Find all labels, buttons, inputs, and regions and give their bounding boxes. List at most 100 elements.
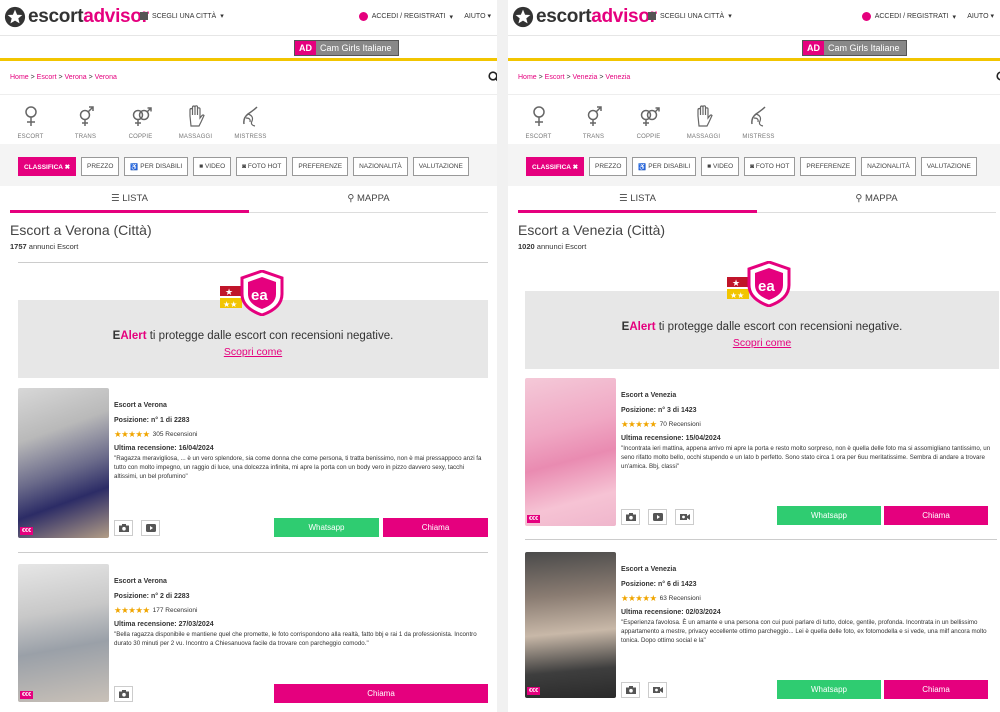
category-massaggi[interactable]: MASSAGGI (681, 104, 726, 140)
city-selector[interactable]: SCEGLI UNA CITTÀ ▾ (648, 12, 732, 20)
chiama-button[interactable]: Chiama (274, 684, 488, 703)
media-icons (621, 682, 667, 698)
hot-video-icon[interactable] (675, 509, 694, 525)
listing-photo[interactable]: €€€ (18, 564, 109, 702)
listing-card[interactable]: €€€ Escort a Venezia Posizione: n° 3 di … (525, 378, 997, 528)
hot-video-icon[interactable] (648, 682, 667, 698)
photo-icon[interactable] (621, 509, 640, 525)
breadcrumb-city[interactable]: Venezia (573, 74, 598, 81)
ealert-link[interactable]: Scopri come (525, 337, 999, 349)
category-massaggi[interactable]: MASSAGGI (173, 104, 218, 140)
filter-valutazione[interactable]: VALUTAZIONE (412, 157, 469, 176)
ealert-banner: ★ ★★ ea EAlert ti protegge dalle escort co… (525, 261, 999, 369)
whatsapp-button[interactable]: Whatsapp (777, 506, 881, 525)
filter-nazionalita[interactable]: NAZIONALITÀ (353, 157, 408, 176)
breadcrumb-current: Verona (94, 74, 117, 81)
logo-star-icon (4, 6, 26, 28)
breadcrumb-escort[interactable]: Escort (37, 74, 57, 81)
whatsapp-button[interactable]: Whatsapp (274, 518, 379, 537)
search-icon[interactable] (488, 71, 497, 83)
category-coppie[interactable]: COPPIE (626, 104, 671, 140)
filter-foto-hot[interactable]: ◙ FOTO HOT (236, 157, 288, 176)
map-pin-icon: ⚲ (855, 193, 866, 204)
listing-photo[interactable]: €€€ (525, 552, 616, 698)
whip-icon (242, 106, 258, 127)
filter-prezzo[interactable]: PREZZO (81, 157, 120, 176)
help-menu[interactable]: AIUTO ▾ (464, 12, 491, 20)
login-menu[interactable]: ACCEDI / REGISTRATI ▾ (861, 12, 956, 21)
whatsapp-button[interactable]: Whatsapp (777, 680, 881, 699)
category-mistress[interactable]: MISTRESS (228, 104, 273, 140)
ad-banner[interactable]: AD Cam Girls Italiane (294, 40, 399, 56)
svg-text:★★: ★★ (730, 291, 744, 300)
caret-down-icon: ▾ (952, 13, 956, 21)
filter-disabili[interactable]: ♿ PER DISABILI (124, 157, 189, 176)
filter-video[interactable]: ■ VIDEO (193, 157, 232, 176)
breadcrumb-city[interactable]: Verona (65, 74, 87, 81)
view-tabs: ☰ LISTA ⚲ MAPPA (10, 193, 488, 213)
filter-valutazione[interactable]: VALUTAZIONE (920, 157, 977, 176)
ad-banner[interactable]: AD Cam Girls Italiane (802, 40, 907, 56)
page-title: Escort a Venezia (Città) (518, 222, 666, 238)
photo-icon[interactable] (621, 682, 640, 698)
filter-preferenze[interactable]: PREFERENZE (292, 157, 349, 176)
listing-card[interactable]: €€€ Escort a Venezia Posizione: n° 6 di … (525, 552, 997, 700)
user-icon (358, 12, 368, 21)
svg-text:★: ★ (732, 278, 740, 288)
media-icons (114, 520, 160, 536)
site-logo[interactable]: escortadvisor (4, 6, 149, 28)
breadcrumb-escort[interactable]: Escort (545, 74, 565, 81)
filter-classifica[interactable]: CLASSIFICA ✖ (18, 157, 77, 176)
svg-text:★: ★ (225, 287, 233, 297)
building-icon (648, 12, 656, 20)
price-badge: €€€ (20, 527, 34, 535)
filter-nazionalita[interactable]: NAZIONALITÀ (861, 157, 916, 176)
transgender-icon (587, 106, 602, 126)
breadcrumb-home[interactable]: Home (518, 74, 537, 81)
map-pin-icon: ⚲ (347, 193, 358, 204)
results-count: 1020 annunci Escort (518, 242, 587, 251)
listing-photo[interactable]: €€€ (525, 378, 616, 526)
category-trans[interactable]: TRANS (63, 104, 108, 140)
filter-video[interactable]: ■ VIDEO (701, 157, 740, 176)
breadcrumb-home[interactable]: Home (10, 74, 29, 81)
results-count: 1757 annunci Escort (10, 242, 79, 251)
filter-preferenze[interactable]: PREFERENZE (800, 157, 857, 176)
search-icon[interactable] (996, 71, 1000, 83)
video-icon[interactable] (141, 520, 160, 536)
category-mistress[interactable]: MISTRESS (736, 104, 781, 140)
photo-icon[interactable] (114, 520, 133, 536)
chiama-button[interactable]: Chiama (884, 506, 988, 525)
filter-prezzo[interactable]: PREZZO (589, 157, 628, 176)
top-bar: escortadvisor SCEGLI UNA CITTÀ ▾ ACCEDI /… (0, 0, 497, 36)
category-coppie[interactable]: COPPIE (118, 104, 163, 140)
yellow-divider (508, 58, 1000, 61)
photo-icon[interactable] (114, 686, 133, 702)
female-icon (532, 106, 545, 126)
video-icon[interactable] (648, 509, 667, 525)
svg-text:ea: ea (758, 278, 775, 295)
category-escort[interactable]: ESCORT (8, 104, 53, 140)
city-selector[interactable]: SCEGLI UNA CITTÀ ▾ (140, 12, 224, 20)
listing-card[interactable]: €€€ Escort a Verona Posizione: n° 2 di 2… (18, 564, 488, 704)
listing-info: Escort a Verona Posizione: n° 2 di 2283 … (114, 578, 477, 647)
listing-card[interactable]: €€€ Escort a Verona Posizione: n° 1 di 2… (18, 388, 488, 540)
rating-stars-icon: ★★★★★ (114, 429, 150, 439)
logo-text: escortadvisor (28, 6, 149, 27)
chiama-button[interactable]: Chiama (884, 680, 988, 699)
tab-mappa[interactable]: ⚲ MAPPA (757, 193, 996, 204)
filter-foto-hot[interactable]: ◙ FOTO HOT (744, 157, 796, 176)
ealert-link[interactable]: Scopri come (18, 346, 488, 358)
chiama-button[interactable]: Chiama (383, 518, 488, 537)
tab-mappa[interactable]: ⚲ MAPPA (249, 193, 488, 204)
tab-lista[interactable]: ☰ LISTA (10, 193, 249, 204)
site-logo[interactable]: escortadvisor (512, 6, 657, 28)
category-escort[interactable]: ESCORT (516, 104, 561, 140)
tab-lista[interactable]: ☰ LISTA (518, 193, 757, 204)
listing-photo[interactable]: €€€ (18, 388, 109, 538)
filter-disabili[interactable]: ♿ PER DISABILI (632, 157, 697, 176)
login-menu[interactable]: ACCEDI / REGISTRATI ▾ (358, 12, 453, 21)
help-menu[interactable]: AIUTO ▾ (967, 12, 994, 20)
category-trans[interactable]: TRANS (571, 104, 616, 140)
filter-classifica[interactable]: CLASSIFICA ✖ (526, 157, 585, 176)
